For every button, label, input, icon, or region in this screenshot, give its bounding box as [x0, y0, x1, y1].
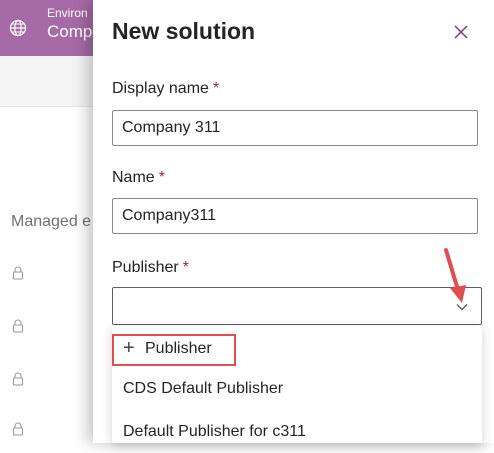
column-header-managed[interactable]: Managed e — [11, 213, 91, 231]
name-field[interactable]: Company311 — [112, 198, 478, 234]
name-label-text: Name — [112, 169, 155, 186]
publisher-select[interactable] — [112, 287, 482, 325]
add-publisher-label: Publisher — [145, 340, 212, 357]
option-label: CDS Default Publisher — [123, 380, 284, 397]
display-name-label-text: Display name — [112, 80, 209, 97]
lock-icon — [12, 372, 24, 386]
publisher-option-cds-default[interactable]: CDS Default Publisher — [112, 370, 482, 410]
lock-icon — [12, 422, 24, 436]
lock-icon — [12, 266, 24, 280]
panel-title: New solution — [112, 18, 256, 44]
name-label: Name * — [112, 169, 165, 187]
globe-icon — [9, 19, 27, 37]
close-icon[interactable] — [450, 21, 472, 43]
display-name-label: Display name * — [112, 80, 219, 98]
option-label: Default Publisher for c311 — [123, 423, 306, 440]
required-mark: * — [158, 169, 165, 186]
publisher-label-text: Publisher — [112, 259, 179, 276]
lock-icon — [12, 319, 24, 333]
add-publisher-option[interactable]: + Publisher — [112, 334, 236, 366]
publisher-dropdown-list: + Publisher CDS Default Publisher Defaul… — [112, 326, 482, 443]
chevron-down-icon[interactable] — [455, 300, 469, 314]
new-solution-panel: New solution Display name * Company 311 N… — [93, 0, 494, 443]
required-mark: * — [212, 80, 220, 97]
required-mark: * — [182, 259, 189, 276]
environment-name[interactable]: Comp — [47, 22, 92, 42]
publisher-option-default-c311[interactable]: Default Publisher for c311 — [112, 413, 482, 453]
publisher-label: Publisher * — [112, 259, 189, 277]
display-name-field[interactable]: Company 311 — [112, 110, 478, 146]
environment-label: Environ — [47, 6, 88, 20]
plus-icon: + — [123, 337, 135, 359]
